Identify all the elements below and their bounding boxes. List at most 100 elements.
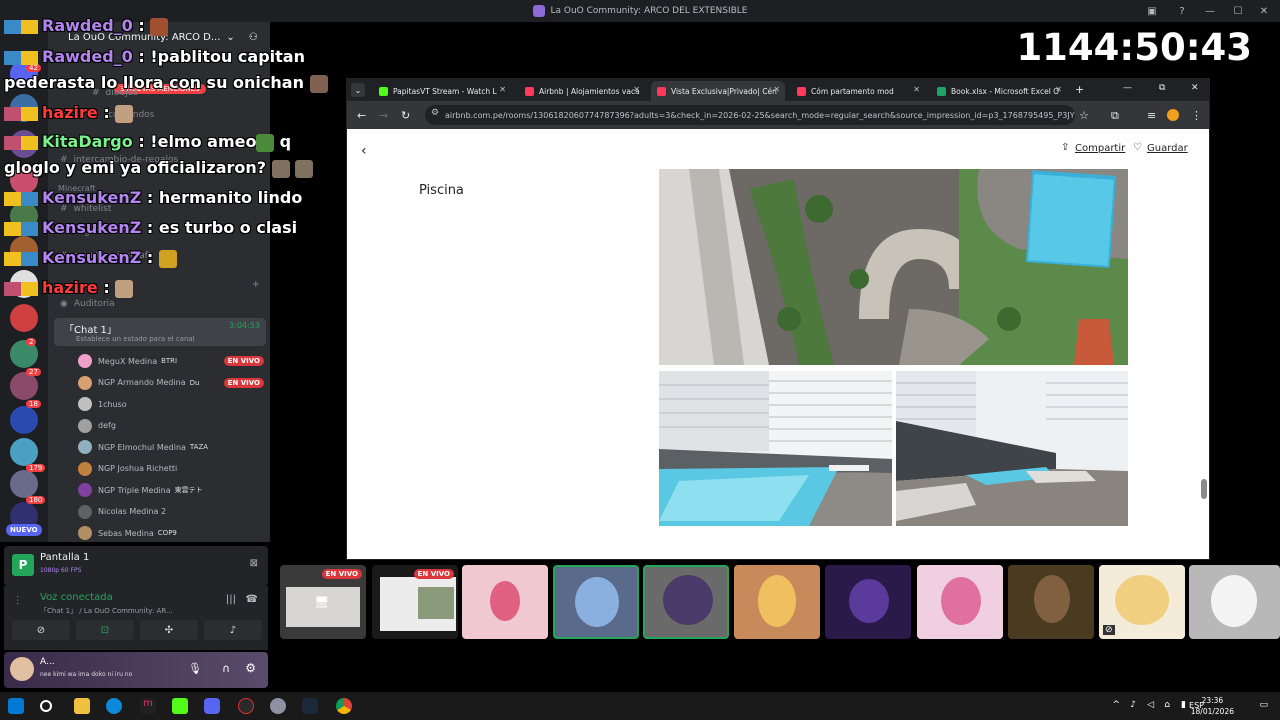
voice-channel-chat-1[interactable]: 「Chat 1」 3:04:53 Establece un estado par…	[54, 318, 266, 346]
steam-icon[interactable]	[302, 698, 318, 714]
mic-icon[interactable]: ♪	[1130, 700, 1136, 710]
start-icon[interactable]	[8, 698, 24, 714]
add-member-icon[interactable]: ⚇	[249, 32, 258, 43]
headphones-icon[interactable]: ∩	[222, 662, 230, 675]
signal-icon[interactable]: ⫶	[16, 594, 19, 609]
voice-user[interactable]: NGP Armando Medina Du EN VIVO	[78, 374, 264, 392]
server-icon[interactable]	[10, 470, 38, 498]
browser-tab[interactable]: Cóm partamento mod ✕	[791, 81, 925, 101]
chrome-icon[interactable]	[336, 698, 352, 714]
back-arrow-icon[interactable]: ‹	[361, 143, 367, 159]
discord-icon[interactable]	[204, 698, 220, 714]
pool-photo-left[interactable]	[659, 371, 892, 526]
save-button[interactable]: Guardar	[1147, 143, 1188, 154]
edge-icon[interactable]	[106, 698, 122, 714]
browser-tab[interactable]: Airbnb | Alojamientos vaca ✕	[519, 81, 645, 101]
participant-avatar[interactable]: ⊘	[1099, 565, 1185, 639]
media-icon[interactable]: ≡	[1147, 109, 1156, 122]
share-button[interactable]: Compartir	[1075, 143, 1125, 154]
extensions-icon[interactable]: ⧉	[1111, 109, 1119, 123]
tab-close-icon[interactable]: ✕	[773, 85, 780, 94]
participant-avatar[interactable]	[1189, 565, 1280, 639]
voice-user[interactable]: NGP Triple Medina 東雲テト	[78, 481, 264, 499]
app-icon[interactable]: m	[140, 698, 156, 714]
participant-avatar[interactable]	[462, 565, 548, 639]
tab-close-icon[interactable]: ✕	[633, 85, 640, 94]
voice-user[interactable]: defg	[78, 417, 264, 435]
reload-icon[interactable]: ↻	[401, 109, 410, 122]
scrollbar-thumb[interactable]	[1201, 479, 1207, 499]
network-icon[interactable]: ⌂	[1164, 700, 1170, 710]
close-icon[interactable]: ✕	[1191, 83, 1199, 93]
participant-avatar[interactable]	[553, 565, 639, 639]
server-icon[interactable]	[10, 304, 38, 332]
mic-icon[interactable]: 🎙︎	[188, 662, 202, 675]
participant-avatar[interactable]	[734, 565, 820, 639]
stream-tile[interactable]: EN VIVO	[372, 565, 458, 639]
close-icon[interactable]: ✕	[1252, 0, 1276, 22]
notifications-icon[interactable]: ▭	[1259, 700, 1268, 710]
new-badge[interactable]: NUEVO	[6, 524, 42, 536]
channel-auditoria[interactable]: ◉ Auditoria	[60, 299, 115, 309]
voice-connected-label[interactable]: Voz conectada	[40, 592, 113, 603]
participant-avatar[interactable]	[825, 565, 911, 639]
bookmark-star-icon[interactable]: ☆	[1079, 109, 1089, 122]
search-icon[interactable]	[40, 700, 52, 712]
share-screen-button[interactable]: ⊡	[76, 620, 134, 640]
server-icon[interactable]	[10, 372, 38, 400]
menu-icon[interactable]: ⋮	[1191, 109, 1202, 122]
voice-connected-channel[interactable]: 「Chat 1」 / La OuO Community: AR...	[40, 606, 173, 616]
pool-aerial-photo[interactable]	[659, 169, 1128, 365]
volume-icon[interactable]: ▮	[1181, 700, 1186, 710]
tab-close-icon[interactable]: ✕	[913, 85, 920, 94]
new-tab-icon[interactable]: +	[1075, 83, 1084, 96]
voice-user[interactable]: 1chuso	[78, 395, 264, 413]
kick-icon[interactable]	[172, 698, 188, 714]
camera-off-button[interactable]: ⊘	[12, 620, 70, 640]
tab-search-icon[interactable]: ⌄	[351, 83, 365, 97]
voice-user[interactable]: Nicolas Medina 2	[78, 503, 264, 521]
add-channel-icon[interactable]: +	[252, 279, 260, 290]
disconnect-icon[interactable]: ☎	[246, 594, 258, 605]
browser-tab[interactable]: Book.xlsx - Microsoft Excel O ✕	[931, 81, 1067, 101]
clock[interactable]: 23:36 18/01/2026	[1191, 695, 1234, 717]
url-input[interactable]: ⚙ airbnb.com.pe/rooms/130618206077478739…	[425, 105, 1075, 125]
participant-avatar[interactable]	[1008, 565, 1094, 639]
voice-user[interactable]: NGP Joshua Richetti	[78, 460, 264, 478]
activities-button[interactable]: ✣	[140, 620, 198, 640]
voice-user[interactable]: MeguX Medina BTRI EN VIVO	[78, 352, 264, 370]
soundboard-button[interactable]: ♪	[204, 620, 262, 640]
stream-tile[interactable]: 🖥︎ EN VIVO	[280, 565, 366, 639]
avatar[interactable]	[10, 657, 34, 681]
chevron-up-icon[interactable]: ^	[1112, 700, 1120, 710]
gear-icon[interactable]: ⚙	[245, 661, 256, 675]
file-explorer-icon[interactable]	[74, 698, 90, 714]
stop-share-icon[interactable]: ⊠	[250, 558, 258, 569]
voice-user[interactable]: Sebas Medina COP9	[78, 524, 264, 542]
obs-icon[interactable]	[238, 698, 254, 714]
voice-user[interactable]: NGP Elmochul Medina TAZA	[78, 438, 264, 456]
browser-tab[interactable]: Vista Exclusiva|Privado| Cén ✕	[651, 81, 785, 101]
tab-close-icon[interactable]: ✕	[1055, 85, 1062, 94]
back-icon[interactable]: ←	[357, 109, 366, 122]
help-icon[interactable]: ?	[1170, 0, 1194, 22]
maximize-icon[interactable]: ☐	[1226, 0, 1250, 22]
maximize-icon[interactable]: ⧉	[1159, 83, 1165, 93]
speaker-icon[interactable]: ◁	[1147, 700, 1154, 710]
pool-photo-right[interactable]	[896, 371, 1128, 526]
participant-avatar[interactable]	[917, 565, 1003, 639]
username[interactable]: A...	[40, 657, 55, 667]
site-info-icon[interactable]: ⚙	[431, 108, 439, 118]
minimize-icon[interactable]: —	[1198, 0, 1222, 22]
inbox-icon[interactable]: ▣	[1140, 0, 1164, 22]
server-icon[interactable]	[10, 406, 38, 434]
participant-avatar[interactable]	[643, 565, 729, 639]
server-icon[interactable]	[10, 438, 38, 466]
tab-close-icon[interactable]: ✕	[499, 85, 506, 94]
page-scrollbar[interactable]	[1201, 173, 1207, 553]
noise-suppression-icon[interactable]: |||	[226, 594, 236, 605]
browser-tab[interactable]: PapitasVT Stream - Watch L ✕	[373, 81, 511, 101]
voice-channel-status[interactable]: Establece un estado para el canal	[76, 335, 195, 343]
minimize-icon[interactable]: —	[1123, 83, 1132, 93]
forward-icon[interactable]: →	[379, 109, 388, 122]
